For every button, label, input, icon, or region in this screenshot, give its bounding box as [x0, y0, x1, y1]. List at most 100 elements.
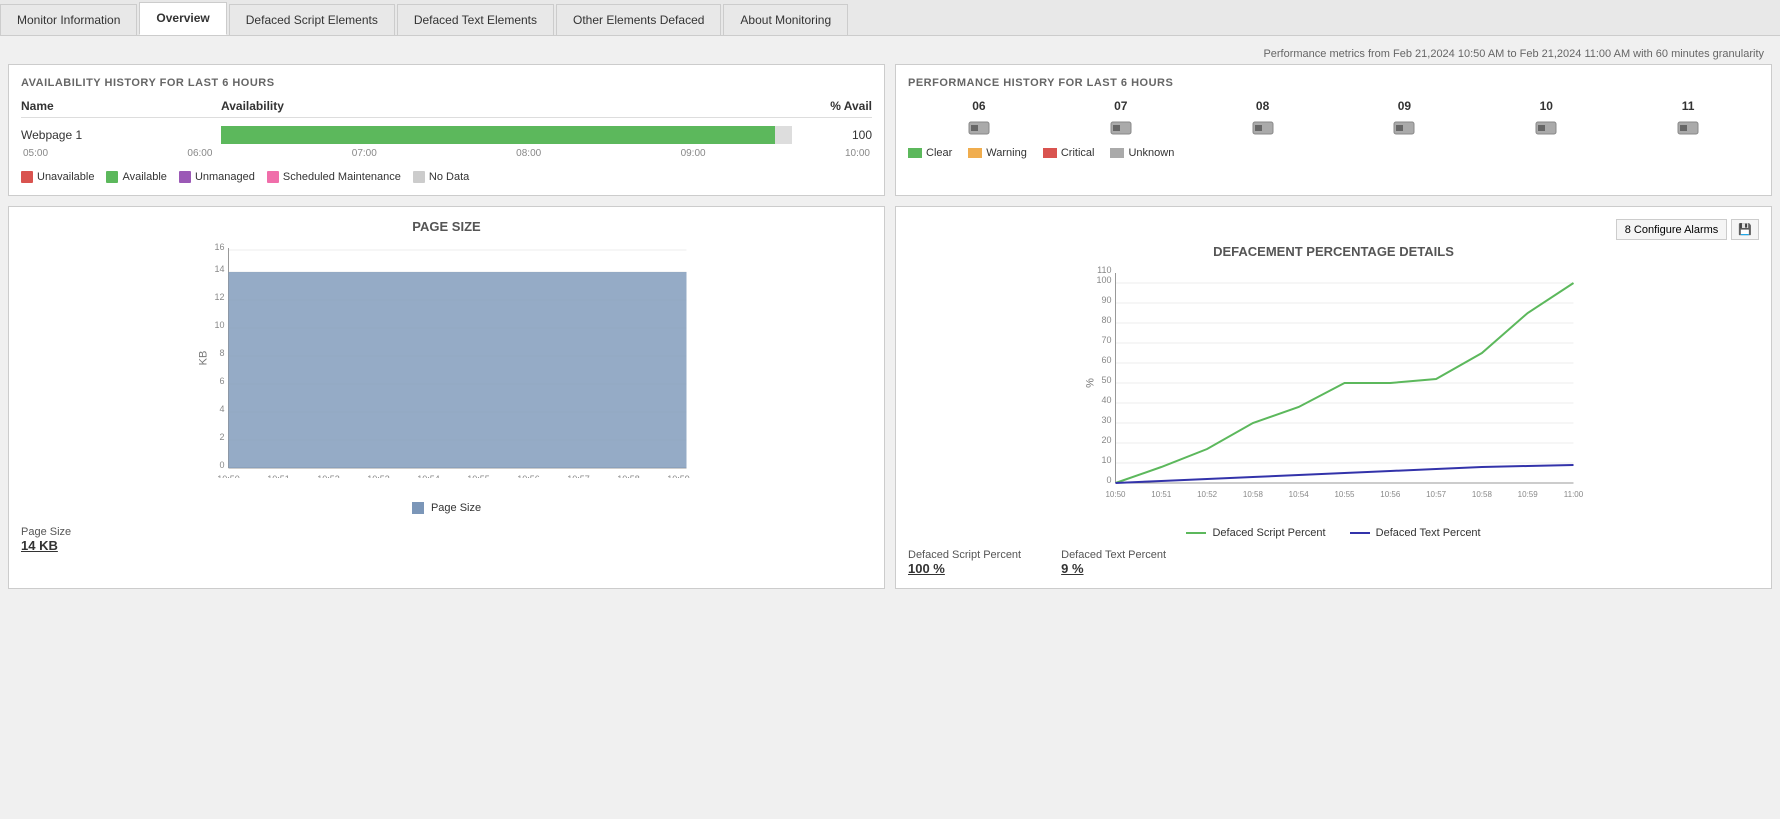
tab-other-defaced[interactable]: Other Elements Defaced [556, 4, 721, 35]
page-size-legend-label: Page Size [431, 502, 481, 514]
svg-text:80: 80 [1101, 315, 1111, 325]
svg-text:4: 4 [219, 404, 224, 414]
legend-dot-nodata [413, 171, 425, 183]
svg-text:6: 6 [219, 376, 224, 386]
perf-hour-09: 09 [1333, 99, 1475, 113]
legend-dot-unmanaged [179, 171, 191, 183]
tab-defaced-text[interactable]: Defaced Text Elements [397, 4, 554, 35]
defacement-svg: % 0 10 20 30 40 50 60 70 80 90 100 110 [908, 263, 1759, 503]
avail-bar-bg [221, 126, 792, 144]
defaced-text-legend-item: Defaced Text Percent [1350, 527, 1481, 539]
svg-text:10:55: 10:55 [467, 474, 490, 478]
svg-text:10:51: 10:51 [267, 474, 290, 478]
avail-bar-fill [221, 126, 775, 144]
stat-page-size-value: 14 KB [21, 538, 71, 553]
perf-cell-07 [1050, 121, 1192, 135]
svg-text:%: % [1085, 378, 1097, 388]
perf-note: Performance metrics from Feb 21,2024 10:… [8, 44, 1772, 64]
tab-overview[interactable]: Overview [139, 2, 226, 35]
tick-1: 06:00 [187, 148, 212, 159]
stat-defaced-text: Defaced Text Percent 9 % [1061, 549, 1166, 576]
status-icon-07 [1110, 121, 1132, 135]
defaced-text-legend-line [1350, 532, 1370, 534]
configure-alarms-button[interactable]: 8 Configure Alarms [1616, 219, 1728, 240]
configure-btn-row: 8 Configure Alarms 💾 [908, 219, 1759, 240]
defacement-stats: Defaced Script Percent 100 % Defaced Tex… [908, 549, 1759, 576]
legend-sq-unknown [1110, 148, 1124, 158]
svg-text:110: 110 [1097, 265, 1111, 275]
svg-text:100: 100 [1096, 275, 1111, 285]
page-size-legend: Page Size [21, 502, 872, 514]
legend-sq-critical [1043, 148, 1057, 158]
perf-cell-06 [908, 121, 1050, 135]
tick-5: 10:00 [845, 148, 870, 159]
legend-available: Available [106, 171, 166, 183]
svg-text:10: 10 [214, 320, 224, 330]
avail-legend: Unavailable Available Unmanaged Schedule… [21, 171, 872, 183]
defaced-script-legend-line [1186, 532, 1206, 534]
svg-text:10:58: 10:58 [1243, 490, 1264, 499]
legend-label-nodata: No Data [429, 171, 469, 183]
export-icon-button[interactable]: 💾 [1731, 219, 1759, 240]
svg-text:20: 20 [1101, 435, 1111, 445]
col-pct: % Avail [792, 99, 872, 113]
legend-warning: Warning [968, 147, 1027, 159]
page-size-legend-item: Page Size [412, 502, 481, 514]
tab-monitor-info[interactable]: Monitor Information [0, 4, 137, 35]
stat-page-size: Page Size 14 KB [21, 526, 71, 553]
tick-0: 05:00 [23, 148, 48, 159]
tick-2: 07:00 [352, 148, 377, 159]
tab-defaced-script[interactable]: Defaced Script Elements [229, 4, 395, 35]
legend-label-clear: Clear [926, 147, 952, 159]
perf-hour-10: 10 [1475, 99, 1617, 113]
avail-pct-value: 100 [792, 128, 872, 142]
svg-text:12: 12 [214, 292, 224, 302]
defacement-title: DEFACEMENT PERCENTAGE DETAILS [908, 244, 1759, 259]
svg-text:16: 16 [214, 242, 224, 252]
defaced-script-legend-item: Defaced Script Percent [1186, 527, 1325, 539]
tick-3: 08:00 [516, 148, 541, 159]
svg-text:10:53: 10:53 [367, 474, 390, 478]
legend-label-unavailable: Unavailable [37, 171, 94, 183]
perf-cell-08 [1192, 121, 1334, 135]
page-size-area [229, 272, 687, 468]
col-availability: Availability [221, 99, 792, 113]
page-size-stats: Page Size 14 KB [21, 526, 872, 553]
legend-label-warning: Warning [986, 147, 1027, 159]
stat-defaced-text-value: 9 % [1061, 561, 1166, 576]
svg-text:10:52: 10:52 [317, 474, 340, 478]
defaced-text-line [1116, 465, 1574, 483]
svg-text:Time: Time [1332, 502, 1356, 503]
perf-cell-09 [1333, 121, 1475, 135]
status-icon-11 [1677, 121, 1699, 135]
legend-unavailable: Unavailable [21, 171, 94, 183]
status-icon-10 [1535, 121, 1557, 135]
svg-text:10:51: 10:51 [1151, 490, 1172, 499]
svg-text:10:50: 10:50 [1105, 490, 1126, 499]
svg-text:90: 90 [1101, 295, 1111, 305]
perf-hour-11: 11 [1617, 99, 1759, 113]
defacement-panel: 8 Configure Alarms 💾 DEFACEMENT PERCENTA… [895, 206, 1772, 589]
svg-text:70: 70 [1101, 335, 1111, 345]
svg-text:60: 60 [1101, 355, 1111, 365]
avail-header: Name Availability % Avail [21, 99, 872, 118]
perf-status-icons [908, 121, 1759, 135]
tab-about-monitoring[interactable]: About Monitoring [723, 4, 848, 35]
legend-clear: Clear [908, 147, 952, 159]
stat-defaced-text-label: Defaced Text Percent [1061, 549, 1166, 561]
bottom-panels: PAGE SIZE KB 0 2 4 6 8 10 12 14 16 [8, 206, 1772, 589]
perf-cell-10 [1475, 121, 1617, 135]
page-size-legend-color [412, 502, 424, 514]
stat-defaced-script: Defaced Script Percent 100 % [908, 549, 1021, 576]
legend-label-unmanaged: Unmanaged [195, 171, 255, 183]
legend-unknown: Unknown [1110, 147, 1174, 159]
svg-text:8: 8 [219, 348, 224, 358]
svg-text:0: 0 [219, 460, 224, 470]
availability-panel: AVAILABILITY HISTORY FOR LAST 6 HOURS Na… [8, 64, 885, 196]
defaced-text-legend-label: Defaced Text Percent [1376, 527, 1481, 539]
perf-hours-header: 06 07 08 09 10 11 [908, 99, 1759, 113]
svg-text:14: 14 [214, 264, 224, 274]
col-name: Name [21, 99, 221, 113]
svg-text:10:54: 10:54 [417, 474, 440, 478]
tab-bar: Monitor Information Overview Defaced Scr… [0, 0, 1780, 36]
